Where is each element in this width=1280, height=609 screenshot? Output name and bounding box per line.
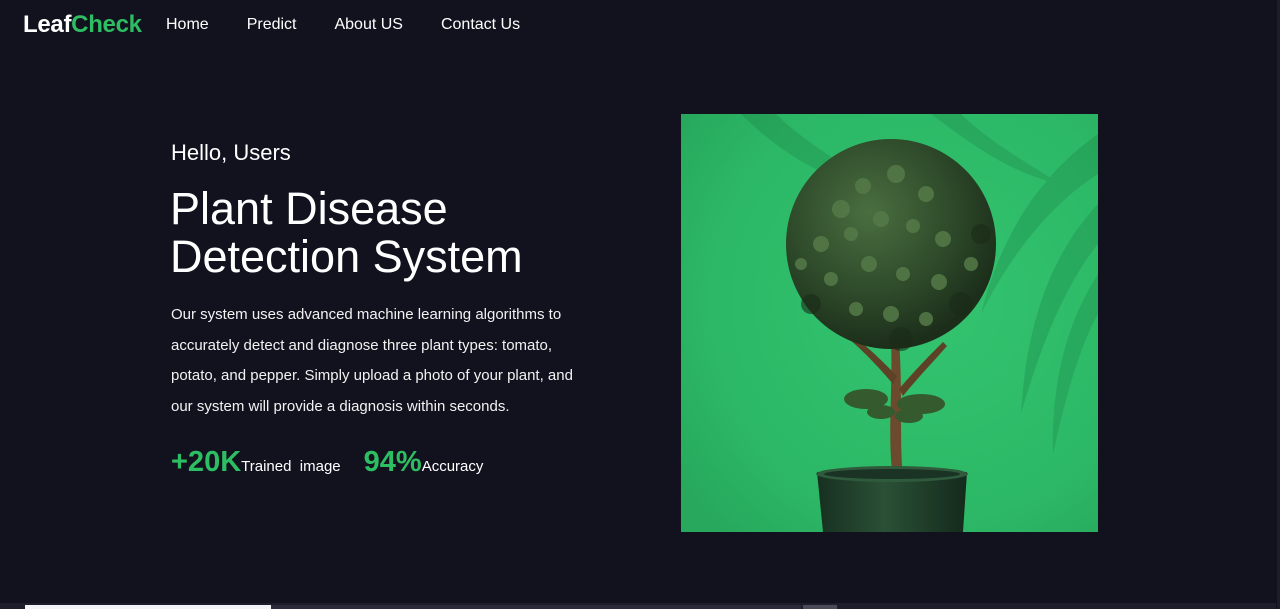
logo-leaf-text: Leaf — [23, 11, 72, 38]
hero-plant-image — [681, 114, 1098, 532]
hero-title-line-1: Plant Disease — [170, 183, 448, 234]
hero-stats: +20K Trained image 94% Accuracy — [171, 445, 483, 484]
stat-trained-label: Trained image — [241, 458, 341, 475]
navbar: LeafCheck Home Predict About US Contact … — [0, 0, 1276, 50]
hero-title: Plant Disease Detection System — [170, 185, 590, 281]
page: LeafCheck Home Predict About US Contact … — [0, 0, 1280, 609]
bottom-panel-edge-gray — [803, 605, 837, 609]
logo[interactable]: LeafCheck — [23, 10, 142, 40]
bottom-card-edge — [25, 605, 271, 609]
bottom-section-edge — [0, 603, 1276, 609]
hero-title-line-2: Detection System — [170, 231, 523, 282]
plant-illustration — [681, 114, 1098, 532]
stat-accuracy-label: Accuracy — [421, 458, 484, 475]
stat-accuracy-value: 94% — [363, 446, 422, 478]
hero-description: Our system uses advanced machine learnin… — [171, 306, 573, 415]
bottom-panel-edge — [271, 605, 801, 609]
logo-check-text: Check — [71, 11, 142, 38]
hero-greeting: Hello, Users — [171, 140, 291, 165]
nav-link-contact[interactable]: Contact Us — [441, 15, 520, 35]
nav-link-home[interactable]: Home — [166, 15, 209, 35]
nav-link-predict[interactable]: Predict — [247, 15, 297, 35]
nav-links: Home Predict About US Contact Us — [166, 15, 520, 35]
nav-link-about[interactable]: About US — [334, 15, 402, 35]
stat-trained-value: +20K — [171, 446, 242, 478]
